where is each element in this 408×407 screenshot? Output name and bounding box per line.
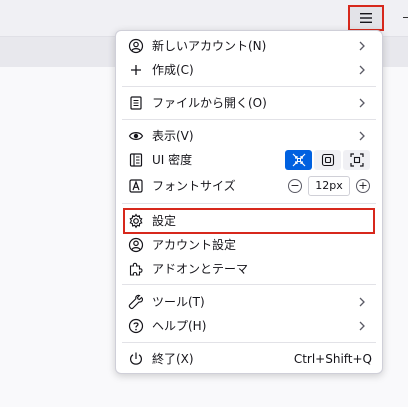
density-compact-button[interactable] bbox=[285, 150, 312, 170]
menu-item-label: フォントサイズ bbox=[152, 179, 236, 193]
menu-item-label: ファイルから開く(O) bbox=[152, 96, 267, 110]
menu-item-view[interactable]: 表示(V) bbox=[122, 124, 376, 148]
chevron-right-icon bbox=[359, 98, 365, 108]
menu-item-label: 作成(C) bbox=[152, 63, 194, 77]
file-open-icon bbox=[128, 95, 144, 111]
menu-item-ui-density: UI 密度 bbox=[122, 148, 376, 172]
shortcut-label: Ctrl+Shift+Q bbox=[293, 352, 372, 366]
app-menu-button[interactable] bbox=[348, 5, 384, 31]
chevron-right-icon bbox=[359, 41, 365, 51]
touch-density-icon bbox=[349, 153, 364, 167]
font-size-icon bbox=[128, 178, 144, 194]
density-normal-button[interactable] bbox=[314, 150, 341, 170]
separator bbox=[122, 86, 376, 87]
wrench-icon bbox=[128, 294, 144, 310]
help-icon bbox=[128, 318, 144, 334]
menu-item-label: ヘルプ(H) bbox=[152, 319, 207, 333]
chevron-right-icon bbox=[359, 65, 365, 75]
separator bbox=[122, 119, 376, 120]
normal-density-icon bbox=[321, 153, 334, 167]
density-toggle-group bbox=[283, 150, 370, 170]
menu-item-tools[interactable]: ツール(T) bbox=[122, 290, 376, 314]
menu-item-label: UI 密度 bbox=[152, 153, 193, 167]
menu-item-create[interactable]: 作成(C) bbox=[122, 58, 376, 82]
font-size-controls: − 12px + bbox=[288, 175, 370, 197]
app-menu-panel: 新しいアカウント(N) 作成(C) ファイルから開く(O) 表示(V) UI 密… bbox=[115, 30, 383, 374]
separator bbox=[122, 203, 376, 204]
density-touch-button[interactable] bbox=[343, 150, 370, 170]
hamburger-icon bbox=[360, 13, 372, 23]
compact-icon bbox=[292, 153, 305, 167]
separator bbox=[122, 342, 376, 343]
settings-highlight-box bbox=[123, 208, 375, 234]
menu-item-label: 終了(X) bbox=[152, 352, 194, 366]
menu-item-new-account[interactable]: 新しいアカウント(N) bbox=[122, 34, 376, 58]
eye-icon bbox=[128, 128, 144, 144]
menu-item-label: アドオンとテーマ bbox=[152, 262, 249, 276]
plus-icon bbox=[128, 62, 144, 78]
account-add-icon bbox=[128, 38, 144, 54]
chevron-right-icon bbox=[359, 131, 365, 141]
chevron-right-icon bbox=[359, 321, 365, 331]
menu-item-font-size: フォントサイズ − 12px + bbox=[122, 174, 376, 198]
menu-item-label: 表示(V) bbox=[152, 129, 194, 143]
menu-item-account-settings[interactable]: アカウント設定 bbox=[122, 233, 376, 257]
menu-item-label: アカウント設定 bbox=[152, 238, 237, 252]
menu-item-addons-themes[interactable]: アドオンとテーマ bbox=[122, 257, 376, 281]
menu-item-help[interactable]: ヘルプ(H) bbox=[122, 314, 376, 338]
account-settings-icon bbox=[128, 237, 144, 253]
puzzle-icon bbox=[128, 261, 144, 277]
power-icon bbox=[128, 351, 144, 367]
edge-dash bbox=[403, 17, 408, 18]
menu-item-open-file[interactable]: ファイルから開く(O) bbox=[122, 91, 376, 115]
separator bbox=[122, 284, 376, 285]
font-size-decrease-button[interactable]: − bbox=[288, 179, 302, 193]
menu-item-quit[interactable]: 終了(X) Ctrl+Shift+Q bbox=[122, 347, 376, 371]
font-size-increase-button[interactable]: + bbox=[356, 179, 370, 193]
chevron-right-icon bbox=[359, 297, 365, 307]
density-icon bbox=[128, 152, 144, 168]
font-size-value: 12px bbox=[308, 176, 350, 196]
menu-item-label: ツール(T) bbox=[152, 295, 205, 309]
menu-item-label: 新しいアカウント(N) bbox=[152, 39, 267, 53]
